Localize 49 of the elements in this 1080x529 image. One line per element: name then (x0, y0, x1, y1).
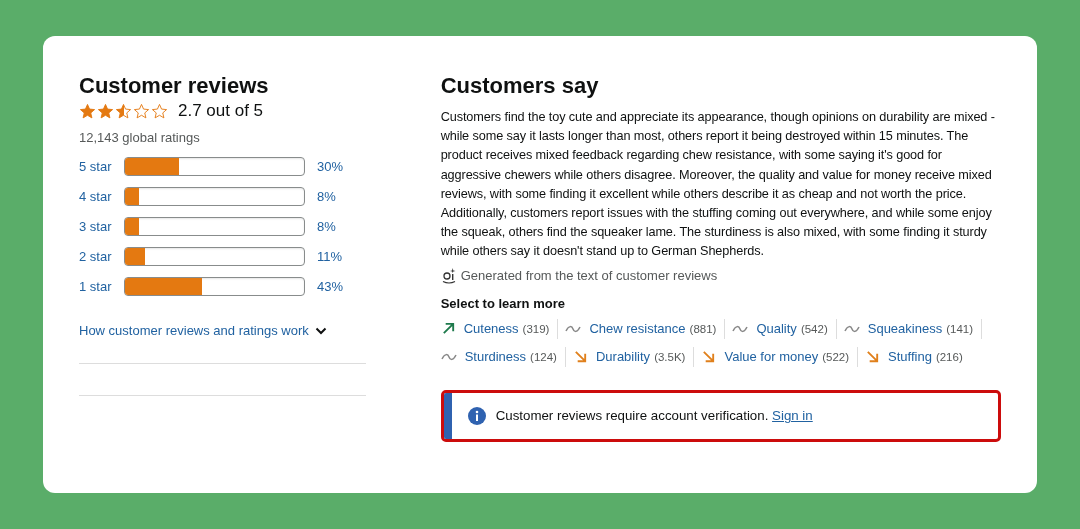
sign-in-link[interactable]: Sign in (772, 408, 813, 424)
percent-link[interactable]: 30% (317, 159, 344, 174)
section-title: Customers say (440, 72, 600, 100)
rating-bar[interactable] (124, 277, 305, 296)
aspect-link[interactable]: Sturdiness (124) (440, 349, 565, 365)
aspect-link[interactable]: Stuffing (216) (865, 349, 971, 365)
rating-bar[interactable] (124, 157, 305, 176)
star-link[interactable]: 3 star (79, 219, 124, 234)
rating-bar[interactable] (124, 187, 305, 206)
tilde-icon (843, 324, 860, 333)
star-icon (151, 102, 168, 120)
star-link[interactable]: 2 star (79, 249, 124, 264)
percent-link[interactable]: 8% (317, 189, 336, 204)
tilde-icon (565, 324, 582, 333)
star-link[interactable]: 1 star (79, 279, 124, 294)
star-link[interactable]: 4 star (79, 189, 124, 204)
aspect-link[interactable]: Cuteness (319) (440, 321, 558, 337)
aspect-link[interactable]: Squeakiness (141) (843, 321, 982, 337)
aspect-link[interactable]: Chew resistance (881) (565, 321, 725, 337)
star-icon (79, 102, 96, 120)
percent-link[interactable]: 11% (317, 249, 343, 264)
arrow-down-right-icon (701, 349, 717, 365)
alert-accent-bar (443, 392, 452, 439)
ratings-count: 12,143 global ratings (79, 130, 201, 145)
aspect-link[interactable]: Quality (542) (732, 321, 836, 337)
star-icon (133, 102, 150, 120)
arrow-up-right-icon (440, 321, 456, 337)
ai-note: Generated from the text of customer reviews (460, 268, 718, 284)
star-link[interactable]: 5 star (79, 159, 124, 174)
star-icon (115, 102, 132, 120)
rating-bar[interactable] (124, 217, 305, 236)
select-heading: Select to learn more (440, 295, 566, 311)
info-icon (467, 406, 486, 425)
rating-bar[interactable] (124, 247, 305, 266)
rating-text: 2.7 out of 5 (178, 101, 264, 121)
alert-message: Customer reviews require account verification. Sign in (495, 408, 813, 424)
tilde-icon (732, 324, 749, 333)
star-icon (97, 102, 114, 120)
arrow-down-right-icon (572, 349, 588, 365)
percent-link[interactable]: 43% (317, 279, 344, 294)
section-title: Customer reviews (79, 72, 270, 100)
aspect-link[interactable]: Durability (3.5K) (572, 349, 694, 365)
aspect-link[interactable]: Value for money (522) (701, 349, 857, 365)
review-summary: Customers find the toy cute and appreciate its appearance, though opinions on durability are mixed - while some say it lasts longer than most, others report it being destroyed within 15 minutes. The product receives mixed feedback regarding chew resistance, with some saying it's good for aggressive chewers while others disagree. Moreover, the quality and value for money receive mixed reviews, with some finding it excellent while others describe it as cheap and not worth the price. Additionally, customers report issues with the stuffing coming out everywhere, and while some enjoy the squeak, others find the squeaker lame. The sturdiness is also mixed, with some finding it sturdy while others say it doesn't stand up to German Shepherds. (440, 109, 996, 261)
chevron-down-icon (314, 326, 327, 335)
arrow-down-right-icon (865, 349, 880, 365)
percent-link[interactable]: 8% (317, 219, 336, 234)
tilde-icon (440, 352, 457, 361)
how-reviews-work-link[interactable]: How customer reviews and ratings work (79, 323, 366, 338)
